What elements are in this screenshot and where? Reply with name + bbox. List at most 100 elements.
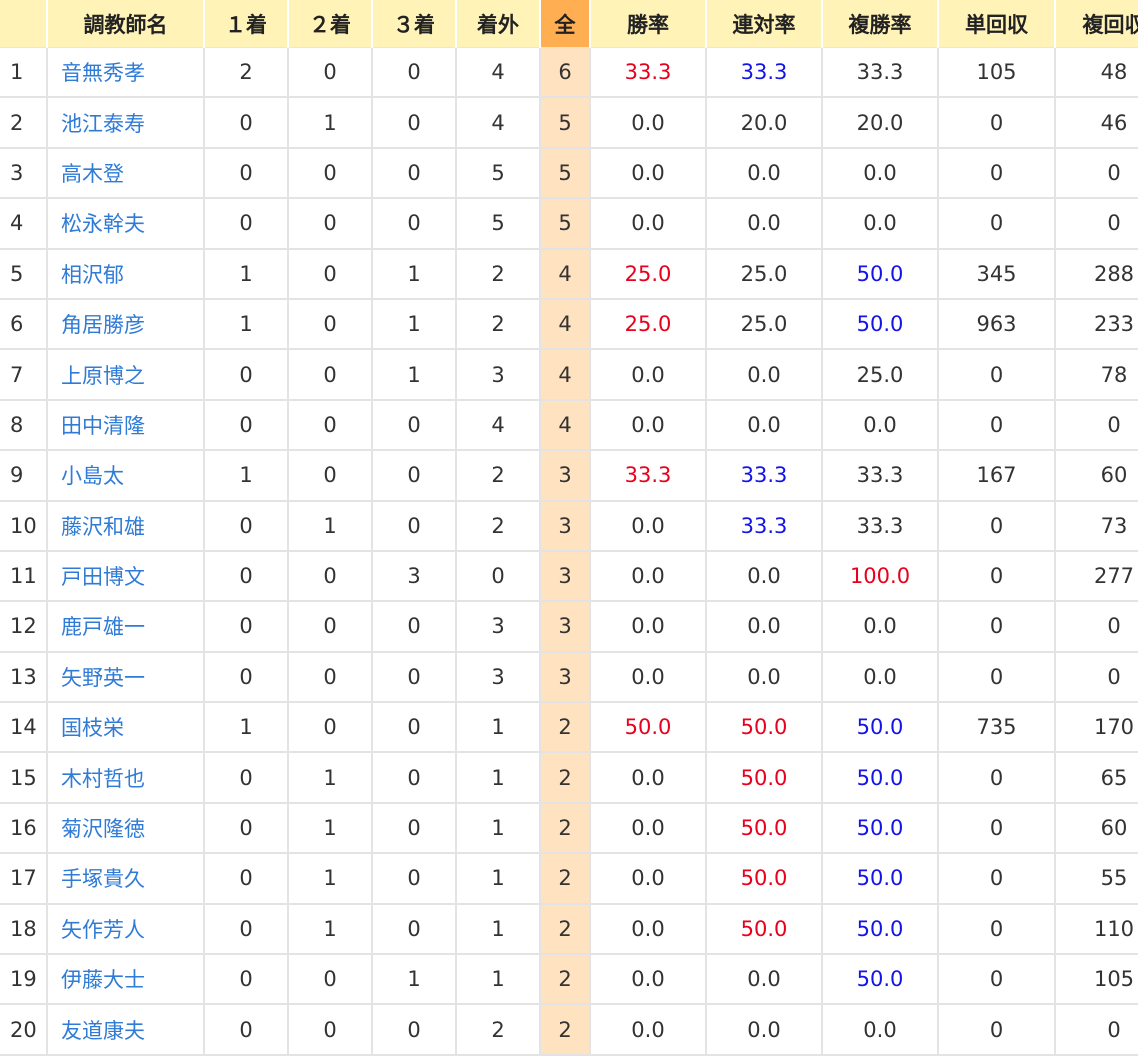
show-rate-cell: 50.0 <box>822 853 939 905</box>
win-rate-cell: 0.0 <box>590 500 707 552</box>
header-first[interactable]: １着 <box>204 0 289 48</box>
trainer-name-link[interactable]: 角居勝彦 <box>47 298 205 351</box>
show-return-cell: 55 <box>1055 853 1138 905</box>
trainer-stats-table: 調教師名 １着 ２着 ３着 着外 全 勝率 連対率 複勝率 単回収 複回収 1音… <box>0 0 1138 1056</box>
header-all[interactable]: 全 <box>540 0 591 48</box>
header-out[interactable]: 着外 <box>456 0 541 48</box>
trainer-name-link[interactable]: 矢野英一 <box>47 651 205 704</box>
total-count-cell: 6 <box>540 47 591 99</box>
trainer-name-link[interactable]: 小島太 <box>47 450 205 502</box>
show-return-cell: 288 <box>1055 248 1138 300</box>
trainer-name-link[interactable]: 上原博之 <box>47 349 205 401</box>
rank-cell: 6 <box>0 298 48 351</box>
first-count-cell: 2 <box>204 47 289 99</box>
second-count-cell: 0 <box>288 47 373 99</box>
second-count-cell: 0 <box>288 248 373 300</box>
trainer-name-link[interactable]: 手塚貴久 <box>47 853 205 905</box>
win-rate-cell: 0.0 <box>590 198 707 250</box>
second-count-cell: 0 <box>288 651 373 704</box>
trainer-name-link[interactable]: 田中清隆 <box>47 399 205 452</box>
show-return-cell: 46 <box>1055 97 1138 149</box>
trainer-name-link[interactable]: 国枝栄 <box>47 702 205 754</box>
show-rate-cell: 33.3 <box>822 500 939 552</box>
second-count-cell: 1 <box>288 903 373 956</box>
out-count-cell: 1 <box>456 702 541 754</box>
rank-cell: 12 <box>0 601 48 653</box>
win-rate-cell: 33.3 <box>590 47 707 99</box>
header-show-return[interactable]: 複回収 <box>1055 0 1138 48</box>
trainer-name-link[interactable]: 松永幹夫 <box>47 198 205 250</box>
trainer-name-link[interactable]: 友道康夫 <box>47 1004 205 1056</box>
rank-cell: 9 <box>0 450 48 502</box>
out-count-cell: 2 <box>456 1004 541 1056</box>
trainer-name-link[interactable]: 伊藤大士 <box>47 954 205 1006</box>
second-count-cell: 0 <box>288 298 373 351</box>
out-count-cell: 2 <box>456 450 541 502</box>
show-rate-cell: 25.0 <box>822 349 939 401</box>
rank-cell: 15 <box>0 752 48 804</box>
place-rate-cell: 0.0 <box>706 399 823 452</box>
second-count-cell: 1 <box>288 853 373 905</box>
win-rate-cell: 0.0 <box>590 601 707 653</box>
third-count-cell: 1 <box>372 298 457 351</box>
first-count-cell: 1 <box>204 450 289 502</box>
third-count-cell: 1 <box>372 954 457 1006</box>
first-count-cell: 0 <box>204 550 289 603</box>
header-win-rate[interactable]: 勝率 <box>590 0 707 48</box>
trainer-name-link[interactable]: 矢作芳人 <box>47 903 205 956</box>
out-count-cell: 4 <box>456 47 541 99</box>
show-rate-cell: 50.0 <box>822 298 939 351</box>
table-row: 6 角居勝彦 1 0 1 2 4 25.0 25.0 50.0 963 233 <box>0 298 1138 351</box>
first-count-cell: 0 <box>204 802 289 855</box>
first-count-cell: 0 <box>204 500 289 552</box>
trainer-name-link[interactable]: 木村哲也 <box>47 752 205 804</box>
trainer-name-link[interactable]: 鹿戸雄一 <box>47 601 205 653</box>
show-rate-cell: 50.0 <box>822 903 939 956</box>
second-count-cell: 0 <box>288 954 373 1006</box>
rank-cell: 20 <box>0 1004 48 1056</box>
header-trainer-name[interactable]: 調教師名 <box>47 0 205 48</box>
out-count-cell: 2 <box>456 298 541 351</box>
rank-cell: 4 <box>0 198 48 250</box>
first-count-cell: 0 <box>204 198 289 250</box>
trainer-name-link[interactable]: 高木登 <box>47 147 205 200</box>
place-rate-cell: 50.0 <box>706 802 823 855</box>
table-row: 1 音無秀孝 2 0 0 4 6 33.3 33.3 33.3 105 48 <box>0 47 1138 99</box>
place-rate-cell: 50.0 <box>706 853 823 905</box>
place-rate-cell: 33.3 <box>706 500 823 552</box>
win-rate-cell: 0.0 <box>590 1004 707 1056</box>
second-count-cell: 1 <box>288 752 373 804</box>
table-row: 12 鹿戸雄一 0 0 0 3 3 0.0 0.0 0.0 0 0 <box>0 601 1138 653</box>
out-count-cell: 1 <box>456 954 541 1006</box>
total-count-cell: 3 <box>540 500 591 552</box>
show-return-cell: 105 <box>1055 954 1138 1006</box>
first-count-cell: 0 <box>204 601 289 653</box>
trainer-name-link[interactable]: 菊沢隆徳 <box>47 802 205 855</box>
trainer-name-link[interactable]: 池江泰寿 <box>47 97 205 149</box>
win-rate-cell: 0.0 <box>590 853 707 905</box>
table-row: 4 松永幹夫 0 0 0 5 5 0.0 0.0 0.0 0 0 <box>0 198 1138 250</box>
win-rate-cell: 0.0 <box>590 752 707 804</box>
trainer-name-link[interactable]: 藤沢和雄 <box>47 500 205 552</box>
rank-cell: 1 <box>0 47 48 99</box>
show-return-cell: 233 <box>1055 298 1138 351</box>
first-count-cell: 0 <box>204 752 289 804</box>
header-place-rate[interactable]: 連対率 <box>706 0 823 48</box>
header-second[interactable]: ２着 <box>288 0 373 48</box>
win-return-cell: 0 <box>938 349 1056 401</box>
second-count-cell: 0 <box>288 550 373 603</box>
trainer-name-link[interactable]: 相沢郁 <box>47 248 205 300</box>
header-win-return[interactable]: 単回収 <box>938 0 1056 48</box>
header-third[interactable]: ３着 <box>372 0 457 48</box>
trainer-name-link[interactable]: 音無秀孝 <box>47 47 205 99</box>
third-count-cell: 0 <box>372 399 457 452</box>
place-rate-cell: 0.0 <box>706 198 823 250</box>
second-count-cell: 0 <box>288 399 373 452</box>
show-rate-cell: 50.0 <box>822 702 939 754</box>
trainer-name-link[interactable]: 戸田博文 <box>47 550 205 603</box>
header-show-rate[interactable]: 複勝率 <box>822 0 939 48</box>
second-count-cell: 0 <box>288 450 373 502</box>
place-rate-cell: 50.0 <box>706 903 823 956</box>
table-header: 調教師名 １着 ２着 ３着 着外 全 勝率 連対率 複勝率 単回収 複回収 <box>0 0 1138 48</box>
table-row: 9 小島太 1 0 0 2 3 33.3 33.3 33.3 167 60 <box>0 450 1138 502</box>
